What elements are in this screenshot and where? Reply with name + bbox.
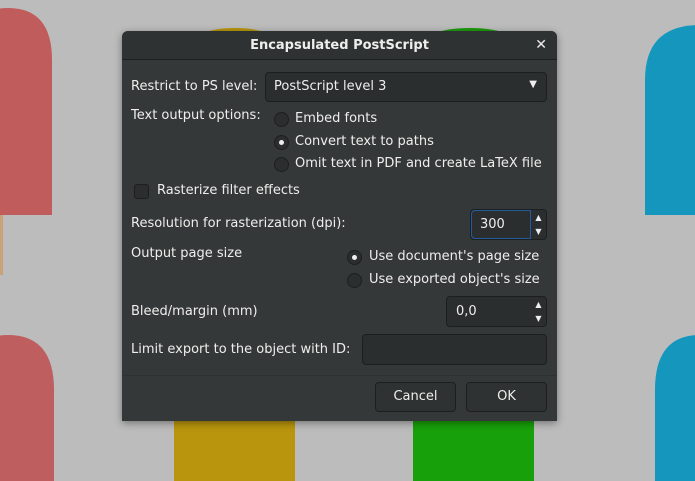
radio-embed-fonts[interactable] xyxy=(274,112,289,127)
ps-level-value: PostScript level 3 xyxy=(274,79,387,94)
radio-omit-text-label: Omit text in PDF and create LaTeX file xyxy=(295,156,542,171)
radio-embed-fonts-label: Embed fonts xyxy=(295,111,378,126)
bleed-spinbox[interactable]: 0,0 ▲ ▼ xyxy=(446,296,547,327)
rasterize-label: Rasterize filter effects xyxy=(157,183,300,198)
popsicle-blue-top xyxy=(645,25,695,215)
popsicle-red-bottom xyxy=(0,335,54,481)
resolution-spinbox[interactable]: 300 ▲ ▼ xyxy=(470,209,547,240)
rasterize-checkbox[interactable] xyxy=(134,184,149,199)
radio-document-size[interactable] xyxy=(347,250,362,265)
text-output-label: Text output options: xyxy=(131,108,261,123)
close-icon[interactable]: ✕ xyxy=(535,31,547,60)
ok-button[interactable]: OK xyxy=(466,382,547,412)
ps-level-dropdown[interactable]: PostScript level 3 ▼ xyxy=(265,72,547,102)
radio-object-size-label: Use exported object's size xyxy=(369,272,540,287)
popsicle-red-top xyxy=(0,8,52,275)
resolution-value: 300 xyxy=(480,217,505,232)
radio-convert-paths-label: Convert text to paths xyxy=(295,134,434,149)
popsicle-blue-bottom xyxy=(655,335,695,481)
increment-icon[interactable]: ▲ xyxy=(531,211,546,225)
decrement-icon[interactable]: ▼ xyxy=(531,312,546,326)
button-separator xyxy=(122,375,557,376)
bleed-label: Bleed/margin (mm) xyxy=(131,304,258,319)
decrement-icon[interactable]: ▼ xyxy=(531,225,546,239)
cancel-button[interactable]: Cancel xyxy=(375,382,456,412)
bleed-value: 0,0 xyxy=(456,304,477,319)
radio-omit-text[interactable] xyxy=(274,157,289,172)
chevron-down-icon: ▼ xyxy=(529,79,537,90)
radio-document-size-label: Use document's page size xyxy=(369,249,540,264)
limit-id-input[interactable] xyxy=(362,334,547,365)
dialog-titlebar: Encapsulated PostScript ✕ xyxy=(122,31,557,60)
dialog-title: Encapsulated PostScript xyxy=(250,38,429,53)
radio-convert-paths[interactable] xyxy=(274,135,289,150)
resolution-label: Resolution for rasterization (dpi): xyxy=(131,216,346,231)
eps-dialog: Encapsulated PostScript ✕ Restrict to PS… xyxy=(122,31,557,421)
resolution-input[interactable]: 300 xyxy=(471,210,531,239)
ps-level-label: Restrict to PS level: xyxy=(131,79,258,94)
increment-icon[interactable]: ▲ xyxy=(531,298,546,312)
page-size-label: Output page size xyxy=(131,246,243,261)
radio-object-size[interactable] xyxy=(347,273,362,288)
limit-id-label: Limit export to the object with ID: xyxy=(131,342,351,357)
